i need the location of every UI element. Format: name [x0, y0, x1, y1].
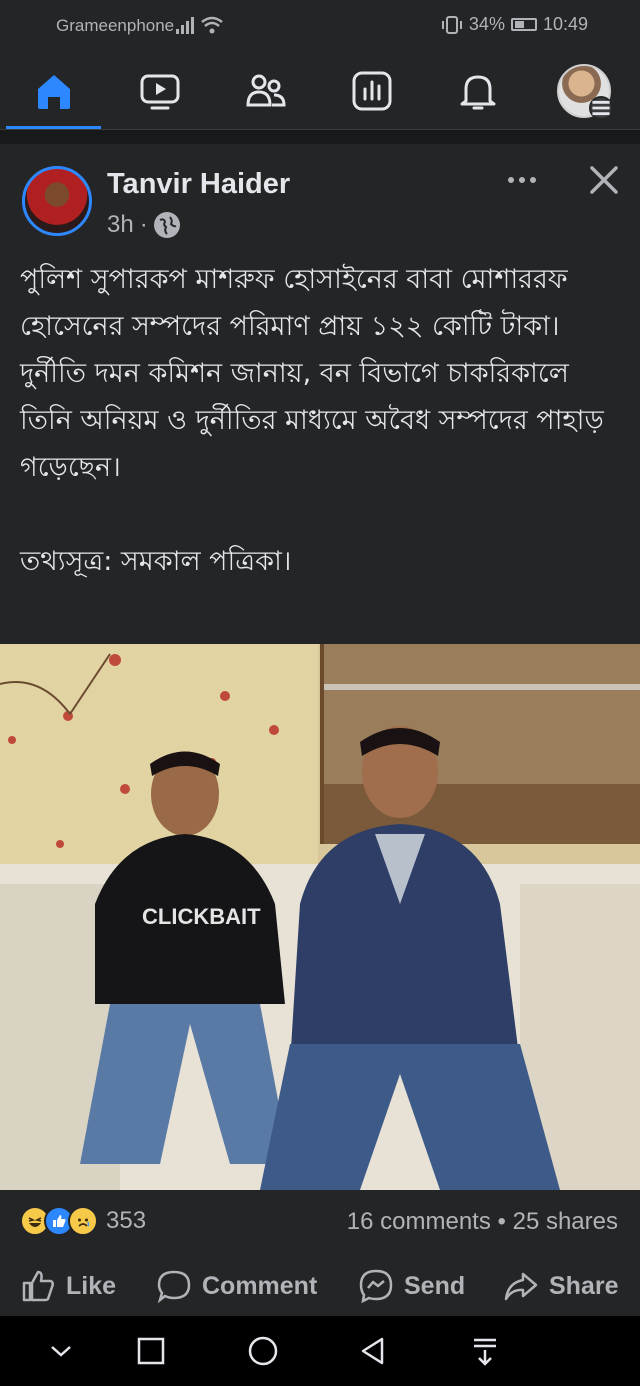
vibrate-icon	[441, 15, 462, 34]
post-meta: 3h ·	[107, 211, 180, 239]
nav-friends[interactable]	[216, 52, 316, 130]
comment-icon	[157, 1270, 191, 1304]
feed-divider	[0, 130, 640, 144]
recents-icon[interactable]	[134, 1334, 168, 1368]
post-time[interactable]: 3h	[107, 211, 134, 239]
meta-separator: ·	[139, 211, 148, 238]
messenger-icon	[359, 1269, 393, 1304]
author-name[interactable]: Tanvir Haider	[107, 168, 290, 201]
comment-label: Comment	[202, 1271, 318, 1300]
nav-notifications[interactable]	[428, 52, 528, 130]
top-nav-bar	[0, 52, 640, 130]
nav-profile-menu[interactable]	[534, 52, 634, 130]
home-icon	[38, 75, 70, 109]
chevron-down-icon[interactable]	[44, 1334, 78, 1368]
back-icon[interactable]	[356, 1334, 390, 1368]
sad-reaction-icon	[68, 1206, 98, 1236]
feed-post: Tanvir Haider 3h · পুলিশ সুপারকপ মাশরুফ …	[0, 144, 640, 1316]
video-icon	[140, 74, 180, 110]
like-button[interactable]: Like	[20, 1268, 116, 1304]
home-circle-icon[interactable]	[246, 1334, 280, 1368]
more-options-button[interactable]	[498, 162, 546, 198]
profile-avatar	[557, 64, 613, 120]
battery-icon	[510, 18, 537, 31]
send-label: Send	[404, 1271, 466, 1300]
status-right: 34% 10:49	[441, 14, 588, 35]
post-stats: 353 16 comments • 25 shares	[0, 1192, 640, 1250]
author-avatar[interactable]	[22, 166, 92, 236]
dashboard-icon	[352, 71, 392, 111]
post-text: পুলিশ সুপারকপ মাশরুফ হোসাইনের বাবা মোশার…	[20, 264, 604, 577]
status-bar: Grameenphone 34% 10:49	[0, 0, 640, 52]
system-nav-bar	[0, 1316, 640, 1386]
reaction-summary[interactable]: 353	[20, 1206, 146, 1236]
signal-wifi-icon	[176, 16, 223, 34]
carrier-name: Grameenphone	[56, 16, 175, 35]
comment-button[interactable]: Comment	[156, 1268, 317, 1304]
friends-icon	[246, 74, 286, 107]
comments-count[interactable]: 16 comments	[347, 1208, 491, 1235]
dot-icon	[508, 177, 514, 183]
globe-icon	[153, 212, 180, 238]
shares-count[interactable]: 25 shares	[513, 1208, 618, 1235]
post-actions: Like Comment Send Share	[0, 1256, 640, 1316]
notification-pull-icon[interactable]	[468, 1334, 502, 1368]
share-label: Share	[549, 1271, 619, 1300]
clock: 10:49	[542, 14, 588, 34]
shirt-text: CLICKBAIT	[142, 904, 261, 929]
reaction-count: 353	[106, 1207, 147, 1234]
thumbs-up-icon	[22, 1270, 55, 1302]
dot-icon	[530, 177, 536, 183]
share-icon	[504, 1272, 538, 1301]
share-button[interactable]: Share	[503, 1268, 618, 1304]
nav-watch[interactable]	[110, 52, 210, 130]
engagement-counts: 16 comments • 25 shares	[347, 1208, 618, 1236]
dot-icon	[519, 177, 525, 183]
bell-icon	[460, 75, 496, 110]
close-icon[interactable]	[584, 160, 624, 200]
photo-illustration: CLICKBAIT	[0, 644, 640, 1190]
nav-home[interactable]	[4, 52, 104, 130]
nav-active-indicator	[6, 126, 101, 129]
nav-dashboard[interactable]	[322, 52, 422, 130]
menu-icon	[589, 96, 613, 120]
post-photo[interactable]: CLICKBAIT	[0, 644, 640, 1190]
battery-percent: 34%	[468, 14, 505, 34]
send-button[interactable]: Send	[358, 1268, 465, 1304]
stats-separator: •	[497, 1208, 506, 1235]
like-label: Like	[66, 1271, 117, 1300]
